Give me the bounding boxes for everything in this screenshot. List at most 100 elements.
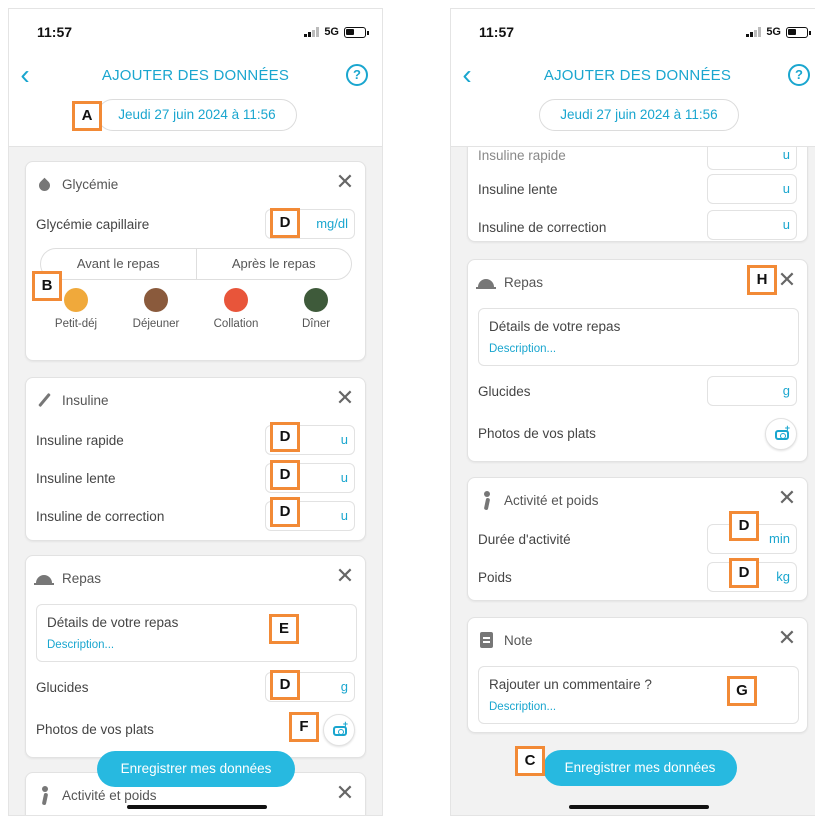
battery-icon	[786, 26, 811, 38]
insuline-rapide-label-partial: Insuline rapide	[478, 148, 566, 163]
signal-icon	[746, 27, 762, 37]
note-header: Note	[478, 630, 533, 650]
meal-option-collation[interactable]: Collation	[200, 288, 272, 330]
meal-timing-toggle: Avant le repas Après le repas	[40, 248, 352, 280]
meal-name: Déjeuner	[132, 318, 180, 330]
meal-details-title: Détails de votre repas	[489, 319, 621, 334]
annotation-tag-d: D	[270, 670, 300, 700]
home-indicator	[127, 805, 267, 809]
breakfast-bowl-icon	[64, 288, 88, 312]
phone-screen-left: 11:57 5G ‹ AJOUTER DES DONNÉES ? Jeudi 2…	[8, 8, 383, 816]
glucides-label: Glucides	[36, 680, 89, 695]
cloche-icon	[476, 273, 496, 291]
insuline-lente-label: Insuline lente	[478, 182, 558, 197]
close-icon[interactable]: ✕	[335, 781, 355, 805]
annotation-tag-c: C	[515, 746, 545, 776]
meal-option-diner[interactable]: Dîner	[280, 288, 352, 330]
meal-name: Dîner	[301, 318, 331, 330]
annotation-tag-e: E	[269, 614, 299, 644]
annotation-tag-d: D	[729, 558, 759, 588]
status-time: 11:57	[479, 24, 515, 40]
meal-option-dejeuner[interactable]: Déjeuner	[120, 288, 192, 330]
drop-icon	[36, 175, 54, 194]
walking-person-icon	[478, 491, 496, 509]
add-photo-button[interactable]: +	[765, 418, 797, 450]
date-selector[interactable]: Jeudi 27 juin 2024 à 11:56	[97, 99, 297, 131]
glucides-input[interactable]: g	[707, 376, 797, 406]
annotation-tag-d: D	[270, 497, 300, 527]
insuline-lente-input[interactable]: u	[707, 174, 797, 204]
glycemie-capillaire-label: Glycémie capillaire	[36, 217, 150, 232]
meal-details-input[interactable]: Détails de votre repas Description...	[36, 604, 357, 662]
annotation-tag-f: F	[289, 712, 319, 742]
annotation-tag-d: D	[270, 208, 300, 238]
close-icon[interactable]: ✕	[777, 486, 797, 510]
plus-icon: +	[342, 719, 348, 729]
insuline-header: Insuline	[36, 390, 109, 410]
repas-header: Repas	[476, 272, 544, 292]
phone-screen-right: 11:57 5G ‹ AJOUTER DES DONNÉES ? Jeudi 2…	[450, 8, 815, 816]
insuline-correction-input[interactable]: u	[707, 210, 797, 240]
annotation-tag-b: B	[32, 271, 62, 301]
dinner-plate-icon	[304, 288, 328, 312]
repas-header: Repas	[34, 568, 102, 588]
close-icon[interactable]: ✕	[335, 170, 355, 194]
signal-icon	[304, 27, 320, 37]
comment-placeholder: Description...	[489, 701, 557, 713]
activity-duration-label: Durée d'activité	[478, 532, 571, 547]
close-icon[interactable]: ✕	[335, 386, 355, 410]
activite-title: Activité et poids	[62, 787, 157, 803]
back-chevron-icon[interactable]: ‹	[13, 61, 37, 89]
annotation-tag-d: D	[270, 460, 300, 490]
photos-label: Photos de vos plats	[36, 722, 154, 737]
annotation-tag-g: G	[727, 676, 757, 706]
after-meal-option[interactable]: Après le repas	[195, 249, 352, 279]
lunch-plate-icon	[144, 288, 168, 312]
meal-details-placeholder: Description...	[47, 639, 115, 651]
help-icon[interactable]: ?	[788, 64, 810, 86]
battery-icon	[344, 26, 369, 38]
glycemie-header: Glycémie	[36, 174, 118, 194]
activite-header: Activité et poids	[478, 490, 599, 510]
meal-name: Collation	[213, 318, 259, 330]
close-icon[interactable]: ✕	[335, 564, 355, 588]
back-chevron-icon[interactable]: ‹	[455, 61, 479, 89]
home-indicator	[569, 805, 709, 809]
glycemie-title: Glycémie	[62, 176, 119, 192]
meal-details-placeholder: Description...	[489, 343, 557, 355]
save-data-button[interactable]: Enregistrer mes données	[543, 750, 737, 786]
note-title: Note	[504, 632, 533, 648]
app-header: 11:57 5G ‹ AJOUTER DES DONNÉES ? Jeudi 2…	[451, 9, 815, 147]
walking-person-icon	[36, 786, 54, 804]
close-icon[interactable]: ✕	[777, 626, 797, 650]
activite-header: Activité et poids	[36, 785, 157, 805]
plus-icon: +	[784, 423, 790, 433]
repas-title: Repas	[62, 570, 102, 586]
glucides-label: Glucides	[478, 384, 531, 399]
add-photo-button[interactable]: +	[323, 714, 355, 746]
status-indicators: 5G	[304, 26, 369, 38]
page-title: AJOUTER DES DONNÉES	[101, 67, 290, 84]
save-data-button[interactable]: Enregistrer mes données	[97, 751, 295, 787]
meal-type-selector: Petit-déj Déjeuner Collation Dîner	[40, 288, 352, 330]
photos-label: Photos de vos plats	[478, 426, 596, 441]
clipboard-icon	[478, 631, 496, 649]
before-meal-option[interactable]: Avant le repas	[41, 249, 196, 279]
date-selector[interactable]: Jeudi 27 juin 2024 à 11:56	[539, 99, 739, 131]
annotation-tag-d: D	[729, 511, 759, 541]
glycemie-card: Glycémie ✕ Glycémie capillaire mg/dl Ava…	[25, 161, 366, 361]
app-header: 11:57 5G ‹ AJOUTER DES DONNÉES ? Jeudi 2…	[9, 9, 382, 147]
repas-title: Repas	[504, 274, 544, 290]
meal-details-input[interactable]: Détails de votre repas Description...	[478, 308, 799, 366]
network-type: 5G	[324, 26, 339, 38]
cloche-icon	[34, 569, 54, 587]
annotation-tag-h: H	[747, 265, 777, 295]
annotation-tag-a: A	[72, 101, 102, 131]
pen-icon	[36, 391, 54, 409]
meal-name: Petit-déj	[54, 318, 98, 330]
insuline-lente-label: Insuline lente	[36, 471, 116, 486]
help-icon[interactable]: ?	[346, 64, 368, 86]
close-icon[interactable]: ✕	[777, 268, 797, 292]
note-card: Note ✕ Rajouter un commentaire ? Descrip…	[467, 617, 808, 733]
snack-fruit-icon	[224, 288, 248, 312]
